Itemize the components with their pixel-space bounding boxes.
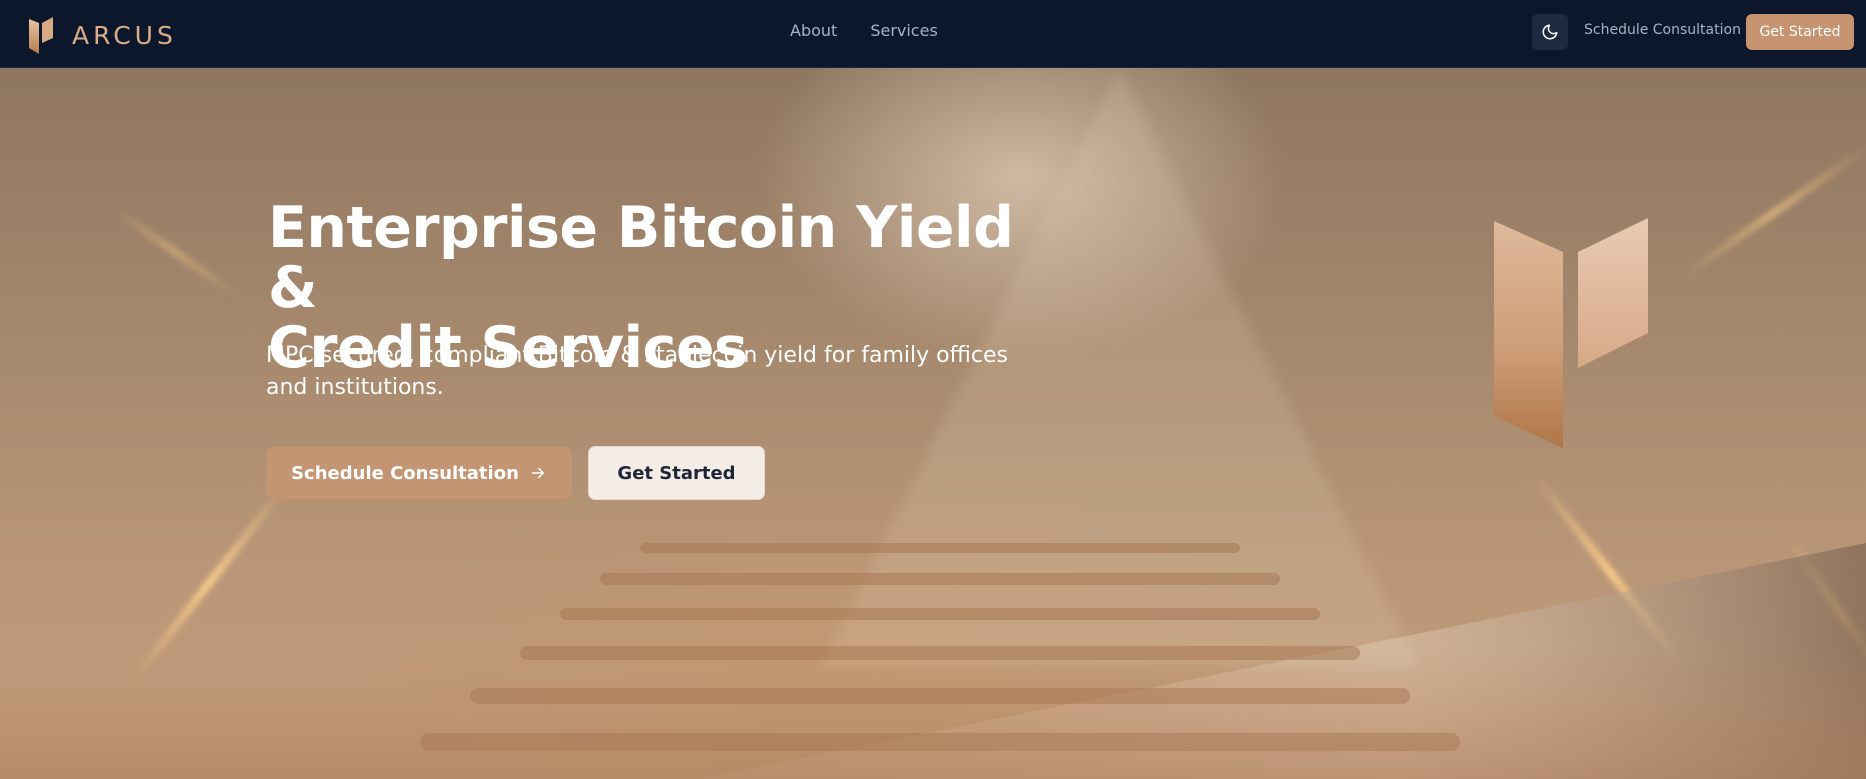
brand-name: ARCUS (72, 20, 177, 50)
hero-subtitle-line-1: MPC secured, compliant Bitcoin & stablec… (266, 343, 1008, 368)
hero-subtitle-line-2: and institutions. (266, 375, 444, 400)
schedule-consultation-label: Schedule Consultation (291, 462, 519, 484)
hero-title-line-1: Enterprise Bitcoin Yield & (268, 195, 1014, 321)
nav-schedule-consultation-link[interactable]: Schedule Consultation (1584, 22, 1741, 38)
hero-section: Enterprise Bitcoin Yield & Credit Servic… (0, 68, 1866, 779)
moon-icon (1542, 24, 1558, 40)
schedule-consultation-button[interactable]: Schedule Consultation (266, 447, 572, 499)
nav-link-about[interactable]: About (790, 21, 837, 40)
hero-get-started-button[interactable]: Get Started (588, 446, 765, 500)
nav-link-services[interactable]: Services (870, 21, 937, 40)
arcus-emblem-icon (1494, 218, 1648, 448)
arcus-logo-icon (29, 17, 53, 54)
brand-logo[interactable]: ARCUS (28, 16, 177, 54)
top-navigation: ARCUS About Services Schedule Consultati… (0, 0, 1866, 68)
theme-toggle-button[interactable] (1532, 14, 1568, 50)
arrow-right-icon (531, 467, 544, 479)
nav-get-started-button[interactable]: Get Started (1746, 14, 1854, 50)
nav-links: About Services (790, 21, 938, 40)
hero-subtitle: MPC secured, compliant Bitcoin & stablec… (266, 340, 1046, 404)
